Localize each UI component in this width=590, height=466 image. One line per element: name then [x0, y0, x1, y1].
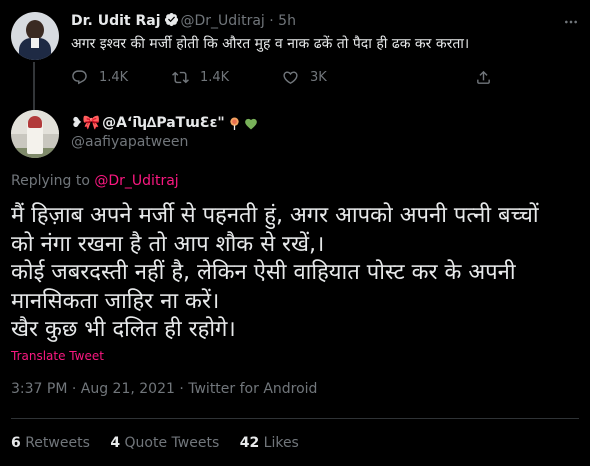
- replying-to: Replying to @Dr_Uditraj: [11, 173, 179, 189]
- main-author-avatar[interactable]: [11, 110, 59, 158]
- retweets-label: Retweets: [25, 435, 90, 451]
- retweets-count: 6: [11, 435, 21, 451]
- quoted-tweet-header: Dr. Udit Raj @Dr_Uditraj · 5h: [71, 12, 296, 30]
- quote-tweets-count: 4: [110, 435, 121, 451]
- quoted-tweet-time[interactable]: 5h: [278, 13, 296, 29]
- replying-to-link[interactable]: @Dr_Uditraj: [94, 173, 178, 189]
- like-count: 3K: [310, 69, 327, 85]
- quoted-author-avatar[interactable]: [11, 12, 59, 60]
- thread-connector-line: [33, 62, 35, 110]
- replying-to-prefix: Replying to: [11, 173, 90, 189]
- translate-tweet-link[interactable]: Translate Tweet: [11, 349, 104, 363]
- tweet-text-line: कोई जबरदस्ती नहीं है, लेकिन ऐसी वाहियात …: [11, 260, 516, 285]
- like-button[interactable]: 3K: [282, 68, 327, 86]
- heart-icon: [283, 70, 298, 84]
- main-author-handle[interactable]: @aafiyapatween: [71, 133, 258, 151]
- green-heart-icon: [244, 118, 257, 130]
- main-tweet-text: मैं हिज़ाब अपने मर्जी से पहनती हुं, अगर …: [11, 202, 581, 345]
- header-separator: ·: [269, 13, 274, 29]
- likes-stat[interactable]: 42 Likes: [240, 435, 299, 451]
- main-tweet-header: ❥🎀 @Aʻiʮ∆PaTɯƐɛ" @aafiyapatween: [71, 114, 258, 151]
- reply-count: 1.4K: [99, 69, 129, 85]
- share-button[interactable]: [475, 68, 503, 86]
- quoted-tweet-actions: 1.4K 1.4K 3K: [71, 68, 571, 86]
- quoted-author-handle[interactable]: @Dr_Uditraj: [181, 13, 265, 29]
- tweet-text-line: मैं हिज़ाब अपने मर्जी से पहनती हुं, अगर …: [11, 203, 539, 228]
- quote-tweets-stat[interactable]: 4 Quote Tweets: [110, 435, 219, 451]
- main-author-name-prefix: ❥🎀: [71, 115, 101, 131]
- verified-badge-icon: [164, 12, 178, 27]
- quoted-author-name[interactable]: Dr. Udit Raj: [71, 13, 161, 29]
- quoted-tweet-text: अगर इश्वर की मर्जी होती कि औरत मुह व नाक…: [71, 36, 470, 52]
- more-icon[interactable]: [563, 14, 579, 30]
- tweet-timestamp[interactable]: 3:37 PM · Aug 21, 2021 · Twitter for And…: [11, 381, 317, 397]
- share-icon: [477, 70, 490, 84]
- reply-icon: [72, 69, 87, 84]
- likes-count: 42: [239, 435, 260, 451]
- divider: [11, 418, 579, 419]
- main-author-display-name: @Aʻiʮ∆PaTɯƐɛ": [102, 115, 225, 131]
- tweet-text-line: खैर कुछ भी दलित ही रहोगे।: [11, 317, 236, 342]
- tweet-text-line: को नंगा रखना है तो आप शौक से रखें,।: [11, 231, 325, 257]
- retweet-count: 1.4K: [200, 69, 230, 85]
- tweet-stats: 6 Retweets 4 Quote Tweets 42 Likes: [11, 435, 315, 451]
- likes-label: Likes: [263, 435, 299, 451]
- lollipop-emoji-icon: [229, 116, 239, 130]
- quote-tweets-label: Quote Tweets: [124, 435, 220, 451]
- tweet-text-line: मानसिकता जाहिर ना करें।: [11, 288, 220, 314]
- retweets-stat[interactable]: 6 Retweets: [11, 435, 90, 451]
- main-author-name[interactable]: ❥🎀 @Aʻiʮ∆PaTɯƐɛ": [71, 114, 258, 132]
- reply-button[interactable]: 1.4K: [71, 68, 128, 86]
- retweet-button[interactable]: 1.4K: [172, 68, 229, 86]
- retweet-icon: [172, 71, 189, 83]
